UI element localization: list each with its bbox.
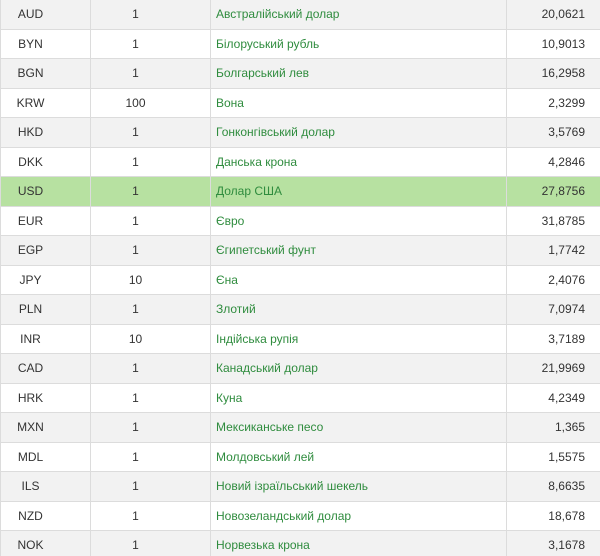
currency-name-link[interactable]: Данська крона [210, 146, 507, 177]
exchange-rate: 2,3299 [506, 87, 600, 118]
currency-units: 1 [90, 58, 211, 89]
currency-code: NOK [0, 530, 91, 556]
currency-name-link[interactable]: Болгарський лев [210, 58, 507, 89]
currency-code: INR [0, 323, 91, 354]
currency-name-link[interactable]: Єгипетський фунт [210, 235, 507, 266]
exchange-rate: 8,6635 [506, 471, 600, 502]
currency-units: 1 [90, 530, 211, 556]
currency-code: EUR [0, 205, 91, 236]
exchange-rate: 21,9969 [506, 353, 600, 384]
exchange-rate: 3,1678 [506, 530, 600, 556]
currency-name-link[interactable]: Долар США [210, 176, 507, 207]
exchange-rate: 31,8785 [506, 205, 600, 236]
exchange-rate: 10,9013 [506, 28, 600, 59]
currency-code: BYN [0, 28, 91, 59]
currency-units: 1 [90, 0, 211, 30]
currency-code: EGP [0, 235, 91, 266]
currency-units: 100 [90, 87, 211, 118]
table-row: DKK 1 Данська крона 4,2846 [0, 146, 600, 177]
currency-units: 10 [90, 323, 211, 354]
currency-name-link[interactable]: Індійська рупія [210, 323, 507, 354]
exchange-rate: 2,4076 [506, 264, 600, 295]
currency-units: 1 [90, 412, 211, 443]
currency-units: 1 [90, 235, 211, 266]
table-row: EGP 1 Єгипетський фунт 1,7742 [0, 235, 600, 266]
currency-code: BGN [0, 58, 91, 89]
currency-code: HRK [0, 382, 91, 413]
table-row: ILS 1 Новий ізраїльський шекель 8,6635 [0, 471, 600, 502]
currency-code: MDL [0, 441, 91, 472]
currency-units: 1 [90, 353, 211, 384]
exchange-rate: 3,5769 [506, 117, 600, 148]
table-row: CAD 1 Канадський долар 21,9969 [0, 353, 600, 384]
table-row: AUD 1 Австралійський долар 20,0621 [0, 0, 600, 30]
currency-units: 1 [90, 205, 211, 236]
exchange-rate: 7,0974 [506, 294, 600, 325]
exchange-rate: 3,7189 [506, 323, 600, 354]
currency-code: USD [0, 176, 91, 207]
exchange-rate: 1,7742 [506, 235, 600, 266]
exchange-rate: 27,8756 [506, 176, 600, 207]
table-row: NZD 1 Новозеландський долар 18,678 [0, 500, 600, 531]
currency-name-link[interactable]: Норвезька крона [210, 530, 507, 556]
currency-rates-table: AUD 1 Австралійський долар 20,0621 BYN 1… [0, 0, 600, 556]
table-row: EUR 1 Євро 31,8785 [0, 205, 600, 236]
exchange-rate: 20,0621 [506, 0, 600, 30]
table-row: HRK 1 Куна 4,2349 [0, 382, 600, 413]
currency-units: 10 [90, 264, 211, 295]
currency-units: 1 [90, 28, 211, 59]
exchange-rate: 18,678 [506, 500, 600, 531]
currency-name-link[interactable]: Вона [210, 87, 507, 118]
currency-name-link[interactable]: Єна [210, 264, 507, 295]
exchange-rate: 16,2958 [506, 58, 600, 89]
currency-name-link[interactable]: Євро [210, 205, 507, 236]
table-row: MDL 1 Молдовський лей 1,5575 [0, 441, 600, 472]
currency-code: PLN [0, 294, 91, 325]
currency-code: AUD [0, 0, 91, 30]
exchange-rate: 1,365 [506, 412, 600, 443]
currency-units: 1 [90, 294, 211, 325]
currency-code: MXN [0, 412, 91, 443]
currency-name-link[interactable]: Гонконгівський долар [210, 117, 507, 148]
currency-units: 1 [90, 441, 211, 472]
table-row: HKD 1 Гонконгівський долар 3,5769 [0, 117, 600, 148]
currency-name-link[interactable]: Злотий [210, 294, 507, 325]
currency-name-link[interactable]: Куна [210, 382, 507, 413]
currency-name-link[interactable]: Новий ізраїльський шекель [210, 471, 507, 502]
currency-units: 1 [90, 117, 211, 148]
currency-code: HKD [0, 117, 91, 148]
table-row: KRW 100 Вона 2,3299 [0, 87, 600, 118]
table-row: MXN 1 Мексиканське песо 1,365 [0, 412, 600, 443]
currency-name-link[interactable]: Новозеландський долар [210, 500, 507, 531]
table-row: NOK 1 Норвезька крона 3,1678 [0, 530, 600, 556]
currency-units: 1 [90, 176, 211, 207]
currency-code: ILS [0, 471, 91, 502]
currency-name-link[interactable]: Канадський долар [210, 353, 507, 384]
table-row: JPY 10 Єна 2,4076 [0, 264, 600, 295]
currency-units: 1 [90, 146, 211, 177]
currency-units: 1 [90, 471, 211, 502]
currency-code: JPY [0, 264, 91, 295]
currency-units: 1 [90, 382, 211, 413]
currency-name-link[interactable]: Білоруський рубль [210, 28, 507, 59]
exchange-rate: 4,2349 [506, 382, 600, 413]
table-row: INR 10 Індійська рупія 3,7189 [0, 323, 600, 354]
currency-code: NZD [0, 500, 91, 531]
currency-code: DKK [0, 146, 91, 177]
currency-name-link[interactable]: Мексиканське песо [210, 412, 507, 443]
table-row-highlighted: USD 1 Долар США 27,8756 [0, 176, 600, 207]
table-row: BYN 1 Білоруський рубль 10,9013 [0, 28, 600, 59]
exchange-rate: 1,5575 [506, 441, 600, 472]
currency-name-link[interactable]: Австралійський долар [210, 0, 507, 30]
table-row: PLN 1 Злотий 7,0974 [0, 294, 600, 325]
currency-units: 1 [90, 500, 211, 531]
table-row: BGN 1 Болгарський лев 16,2958 [0, 58, 600, 89]
currency-code: KRW [0, 87, 91, 118]
currency-code: CAD [0, 353, 91, 384]
currency-name-link[interactable]: Молдовський лей [210, 441, 507, 472]
exchange-rate: 4,2846 [506, 146, 600, 177]
